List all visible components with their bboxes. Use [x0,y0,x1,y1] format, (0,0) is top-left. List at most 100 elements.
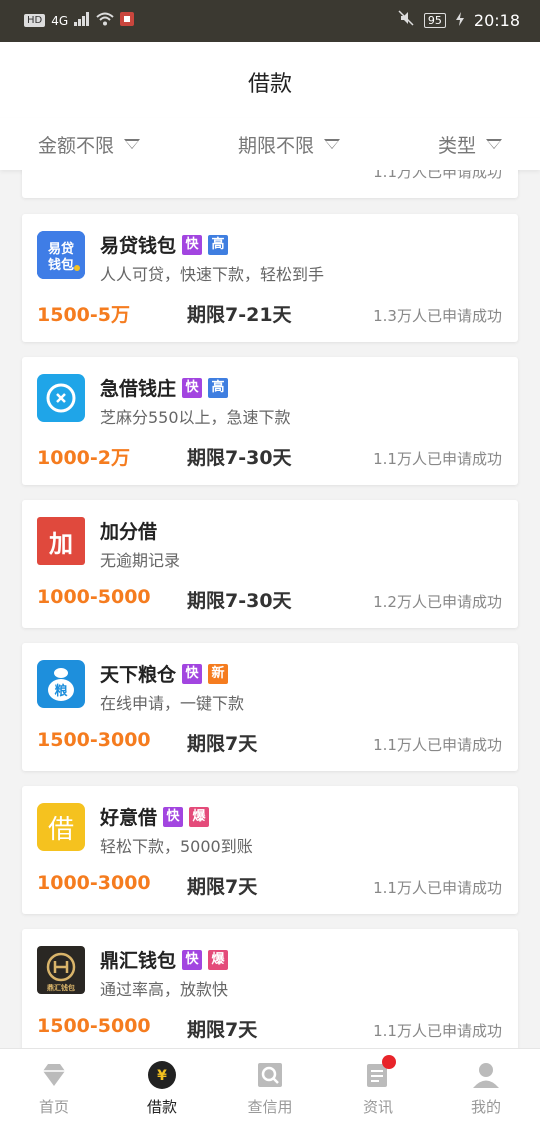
wifi-icon [96,12,114,29]
tag-fast: 快 [182,949,203,970]
app-logo: 加 [37,517,85,565]
tab-profile[interactable]: 我的 [432,1049,540,1123]
clock: 20:18 [473,10,520,30]
network-indicator: 4G [51,13,69,28]
bottom-tab-bar: 首页 ¥ 借款 查信用 资讯 我的 [0,1048,540,1123]
diamond-icon [40,1061,68,1089]
apply-count-suffix: 人已申请成功 [411,307,502,325]
apply-count-value: 1.3万 [373,307,412,325]
filter-amount[interactable]: 金额不限 [0,131,178,158]
loan-term: 期限7天 [187,733,258,755]
apply-count-value: 1.1万 [373,450,412,468]
loan-card[interactable]: 急借钱庄 快 高 芝麻分550以上，急速下款 1000-2万 期限7-30天 1… [22,357,518,485]
apply-count-value: 1.1万 [373,736,412,754]
tag-fast: 快 [182,234,203,255]
filter-bar: 金额不限 期限不限 类型 [0,118,540,170]
app-name: 好意借 [100,807,158,829]
tag-hot: 爆 [208,949,229,970]
svg-text:粮: 粮 [54,683,68,699]
dropdown-triangle-icon [324,139,340,149]
apply-count: 1.1万人已申请成功 [373,1020,502,1041]
app-logo: 鼎汇钱包 [37,946,85,994]
app-name-row: 鼎汇钱包 快 爆 [100,946,229,973]
app-logo: 易贷 钱包 [37,231,85,279]
tab-label: 查信用 [247,1098,293,1116]
loan-card-partial[interactable]: 1.1万人已申请成功 [22,170,518,198]
yen-icon: ¥ [148,1061,176,1089]
filter-label: 金额不限 [38,134,115,157]
tab-loan[interactable]: ¥ 借款 [108,1049,216,1123]
apply-count-suffix: 人已申请成功 [411,450,502,468]
app-name: 急借钱庄 [100,378,177,400]
loan-amount: 1500-5000 [37,1015,151,1037]
tag-high: 高 [208,377,229,398]
loan-card[interactable]: 粮 天下粮仓 快 新 在线申请，一键下款 1500-3000 期限7天 1.1万… [22,643,518,771]
loan-card[interactable]: 鼎汇钱包 鼎汇钱包 快 爆 通过率高，放款快 1500-5000 期限7天 1.… [22,929,518,1048]
apply-count-value: 1.1万 [373,879,412,897]
svg-text:易贷: 易贷 [48,241,74,257]
apply-count-suffix: 人已申请成功 [411,736,502,754]
app-name-row: 易贷钱包 快 高 [100,231,229,258]
apply-count-suffix: 人已申请成功 [411,593,502,611]
filter-type[interactable]: 类型 [400,131,540,158]
apply-count: 1.1万人已申请成功 [373,877,502,898]
header: 借款 [0,42,540,118]
tab-credit[interactable]: 查信用 [216,1049,324,1123]
loan-card[interactable]: 借 好意借 快 爆 轻松下款，5000到账 1000-3000 期限7天 1.1… [22,786,518,914]
loan-amount: 1500-5万 [37,304,130,326]
tag-new: 新 [208,663,229,684]
app-name: 鼎汇钱包 [100,950,177,972]
notification-dot [382,1055,396,1069]
signal-icon [74,12,90,29]
battery-indicator: 95 [423,12,446,28]
apply-count-suffix: 人已申请成功 [411,1022,502,1040]
app-logo: 粮 [37,660,85,708]
dropdown-triangle-icon [485,139,502,149]
loan-amount: 1000-3000 [37,872,151,894]
app-logo: 借 [37,803,85,851]
page-title: 借款 [247,72,292,97]
filter-term[interactable]: 期限不限 [200,131,378,158]
loan-card[interactable]: 易贷 钱包 易贷钱包 快 高 人人可贷，快速下款，轻松到手 1500-5万 期限7… [22,214,518,342]
app-description: 无逾期记录 [100,551,181,570]
app-name-row: 天下粮仓 快 新 [100,660,229,687]
tag-fast: 快 [163,806,184,827]
apply-count: 1.2万人已申请成功 [373,591,502,612]
filter-label: 类型 [437,134,476,157]
hd-indicator: HD [24,14,46,27]
app-name: 加分借 [100,521,158,543]
mute-icon [398,10,414,30]
tag-high: 高 [208,234,229,255]
loan-amount: 1000-5000 [37,586,151,608]
loan-term: 期限7-30天 [187,590,292,612]
loan-term: 期限7天 [187,876,258,898]
apply-count: 1.1万人已申请成功 [373,170,502,181]
app-notification-icon [120,12,135,29]
app-name: 易贷钱包 [100,235,177,257]
app-description: 人人可贷，快速下款，轻松到手 [100,265,325,284]
tab-news[interactable]: 资讯 [324,1049,432,1123]
app-description: 通过率高，放款快 [100,980,229,999]
tag-fast: 快 [182,377,203,398]
tag-fast: 快 [182,663,203,684]
tag-hot: 爆 [189,806,210,827]
svg-text:钱包: 钱包 [48,257,74,273]
app-name-row: 好意借 快 爆 [100,803,210,830]
loan-term: 期限7-30天 [187,447,292,469]
loan-card[interactable]: 加 加分借 无逾期记录 1000-5000 期限7-30天 1.2万人已申请成功 [22,500,518,628]
app-name-row: 加分借 [100,517,157,544]
apply-count-value: 1.1万 [373,1022,412,1040]
loan-term: 期限7-21天 [187,304,292,326]
loan-list[interactable]: 1.1万人已申请成功 易贷 钱包 易贷钱包 快 高 人人可贷，快速下款，轻松到手 … [0,170,540,1048]
app-description: 轻松下款，5000到账 [100,837,253,856]
app-logo-text: 借 [47,814,74,845]
app-logo-text: 加 [49,529,73,558]
apply-count: 1.1万人已申请成功 [373,448,502,469]
loan-amount: 1500-3000 [37,729,151,751]
app-name: 天下粮仓 [100,664,177,686]
app-name-row: 急借钱庄 快 高 [100,374,229,401]
tab-home[interactable]: 首页 [0,1049,108,1123]
svg-text:鼎汇钱包: 鼎汇钱包 [47,983,75,992]
apply-count-suffix: 人已申请成功 [411,879,502,897]
tab-label: 资讯 [362,1098,393,1116]
